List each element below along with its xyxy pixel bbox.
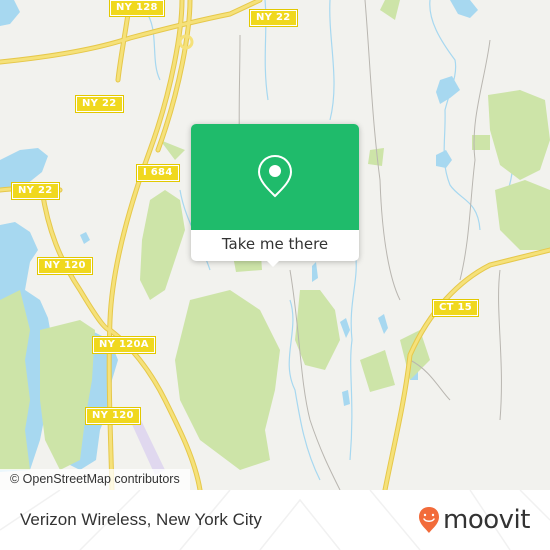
moovit-logo[interactable]: moovit (418, 503, 530, 537)
road-label-ny22: NY 22 (11, 182, 60, 200)
map-pin-icon (257, 154, 293, 198)
road-label-ct15: CT 15 (431, 299, 480, 317)
road-label-ny22: NY 22 (75, 95, 124, 113)
location-popup: Take me there (191, 124, 359, 267)
map-attribution[interactable]: © OpenStreetMap contributors (0, 469, 190, 490)
moovit-pin-icon (419, 507, 439, 533)
road-label-ny120: NY 120 (37, 257, 93, 275)
popup-header (191, 124, 359, 230)
popup-pointer (265, 259, 281, 267)
airport (130, 418, 165, 475)
brand-name: moovit (443, 505, 530, 535)
road-label-ny128: NY 128 (109, 0, 165, 17)
road-label-ny120a: NY 120A (92, 336, 156, 354)
road-label-ny120: NY 120 (85, 407, 141, 425)
road-label-ny22: NY 22 (249, 9, 298, 27)
road-label-i684: I 684 (136, 164, 180, 182)
footer-bar: Verizon Wireless, New York City moovit (0, 490, 550, 550)
map-view[interactable]: NY 128 NY 22 NY 22 NY 22 I 684 NY 120 NY… (0, 0, 550, 490)
take-me-there-button[interactable]: Take me there (191, 230, 359, 261)
place-name: Verizon Wireless, New York City (20, 510, 262, 529)
